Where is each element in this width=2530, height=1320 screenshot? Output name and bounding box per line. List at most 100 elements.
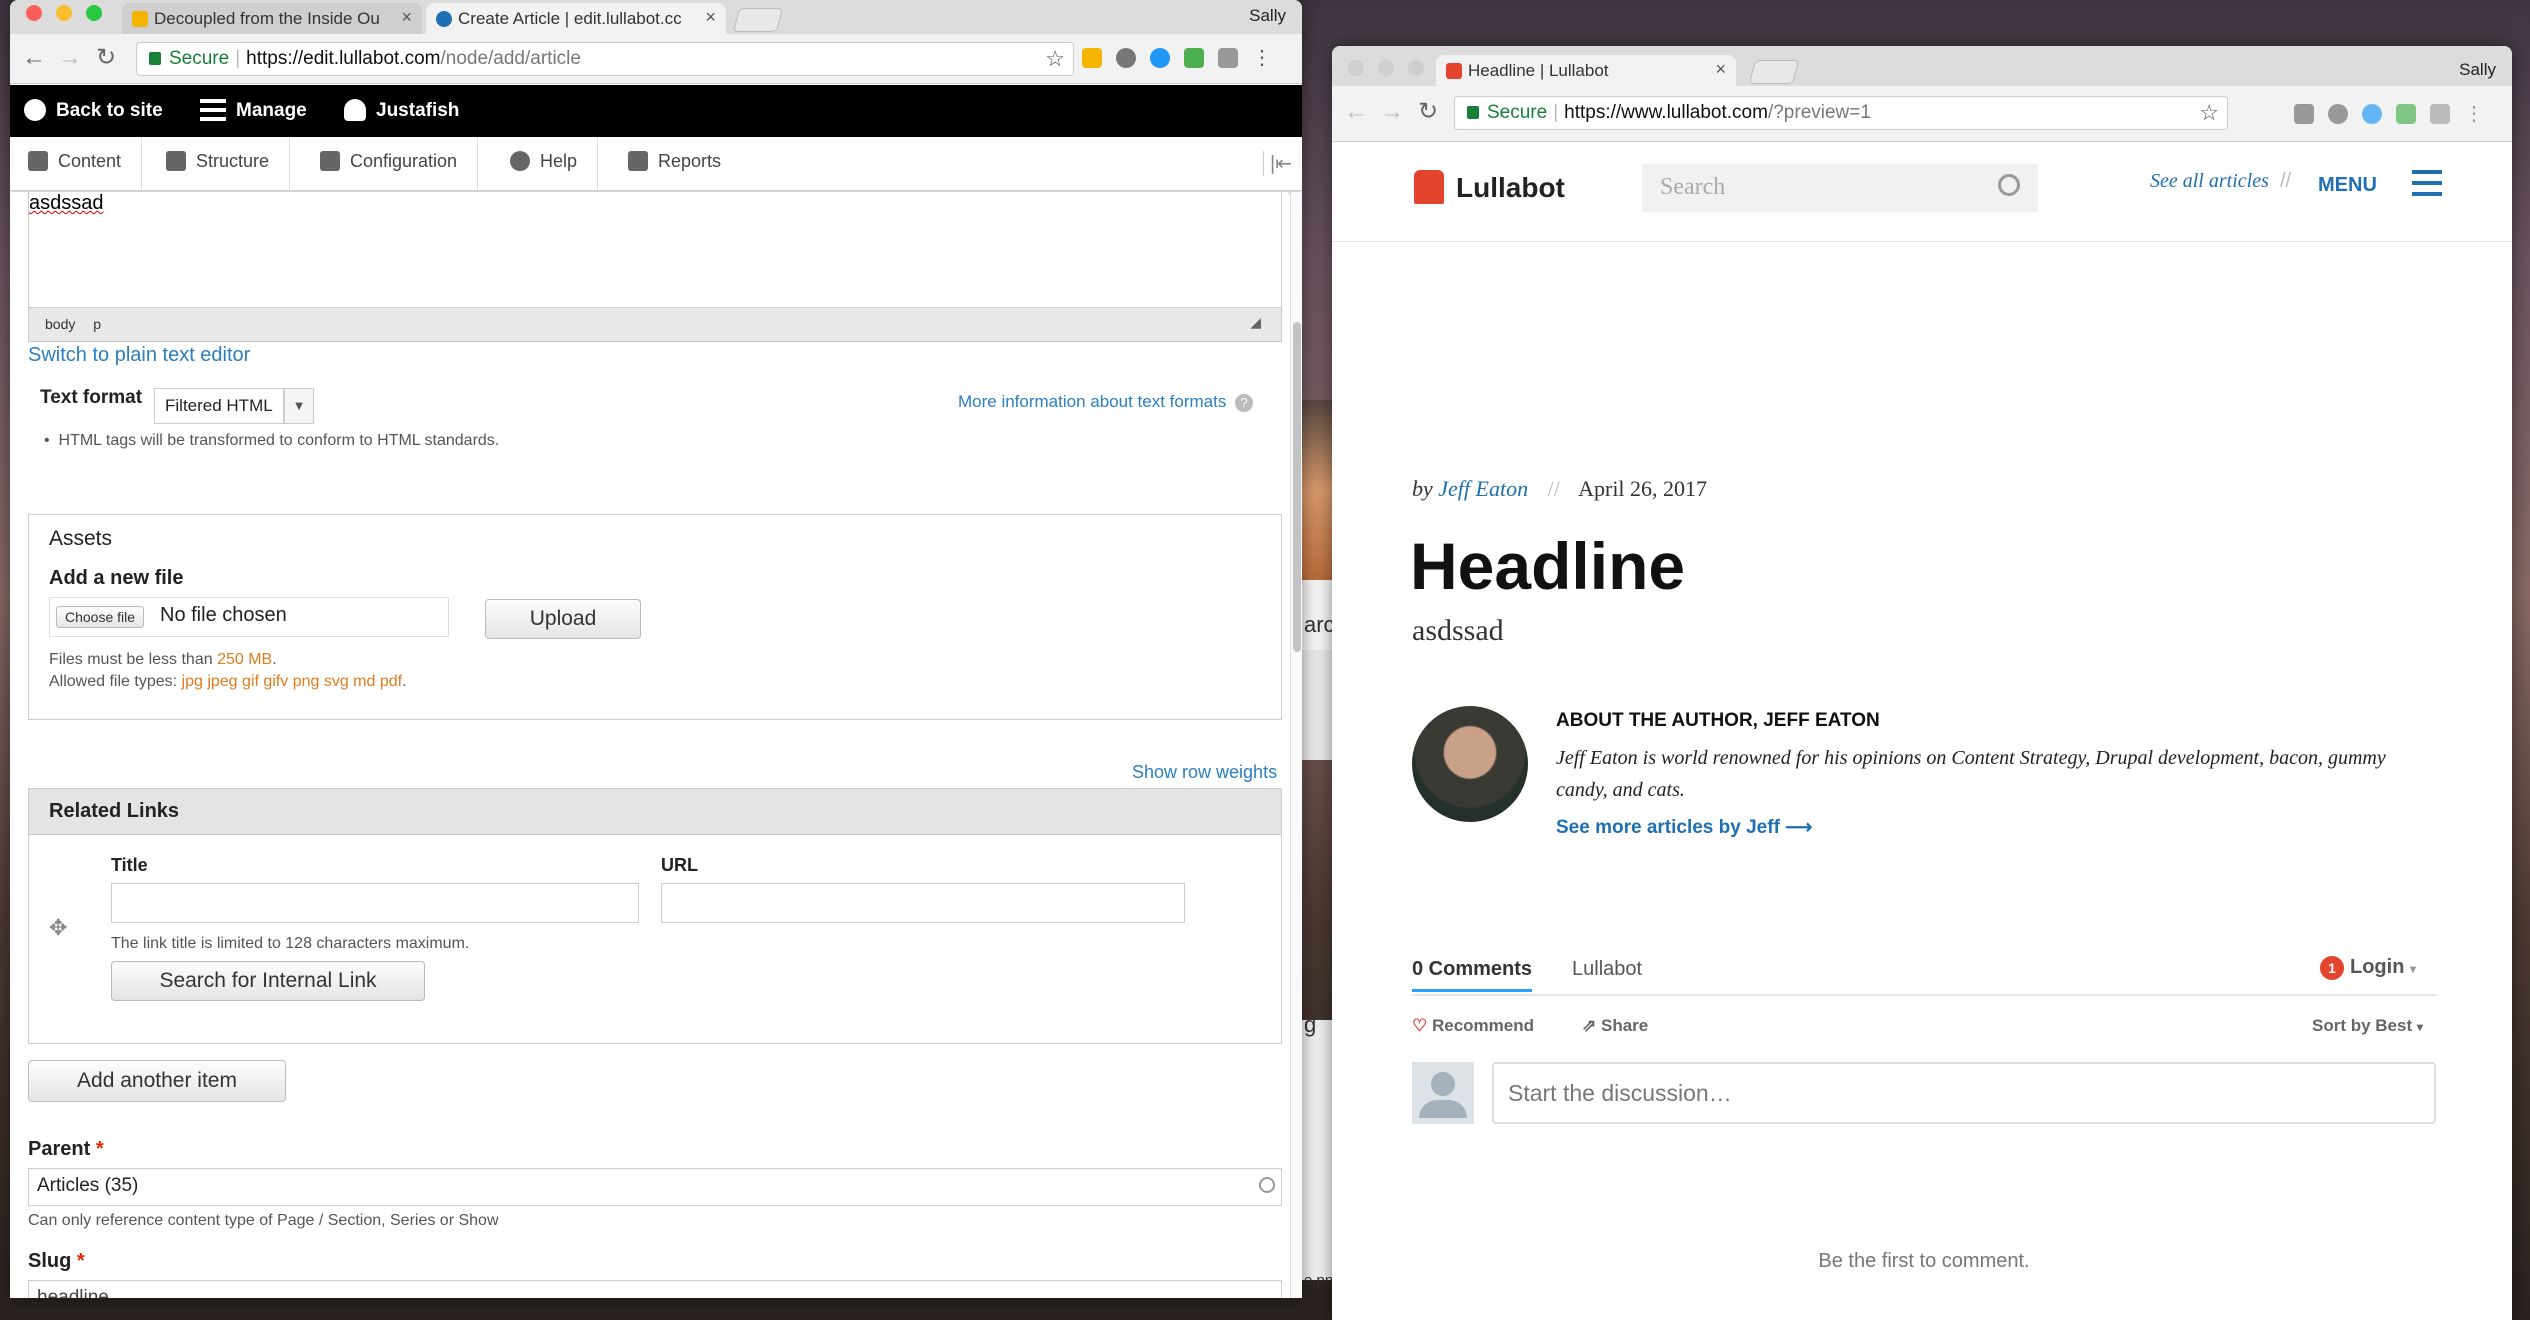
article-date: April 26, 2017 [1578, 476, 1708, 501]
comments-count-tab[interactable]: 0 Comments [1412, 958, 1533, 992]
parent-value: Articles (35) [37, 1175, 139, 1196]
camera-extension-icon[interactable] [1218, 48, 1238, 68]
switch-editor-link[interactable]: Switch to plain text editor [28, 344, 250, 367]
minimize-window-button[interactable] [56, 5, 72, 21]
profile-name[interactable]: Sally [2459, 60, 2496, 80]
profile-name[interactable]: Sally [1249, 6, 1286, 26]
chrome-menu-icon[interactable]: ⋮ [1252, 48, 1272, 68]
address-bar[interactable]: Secure | https://edit.lullabot.com/node/ad… [136, 42, 1074, 76]
zoom-window-button[interactable] [86, 5, 102, 21]
login-dropdown[interactable]: 1 Login ▾ [2320, 956, 2416, 980]
upload-button[interactable]: Upload [485, 599, 641, 639]
tab-decoupled[interactable]: Decoupled from the Inside Ou × [122, 3, 422, 34]
reload-icon[interactable]: ↻ [96, 44, 116, 72]
menu-configuration[interactable]: Configuration [302, 137, 479, 191]
see-all-articles-link[interactable]: See all articles [2150, 170, 2269, 193]
show-row-weights-link[interactable]: Show row weights [1132, 762, 1277, 783]
extension-icon[interactable] [1082, 48, 1102, 68]
close-window-button[interactable] [1348, 60, 1364, 76]
hamburger-icon[interactable] [2412, 170, 2442, 196]
tab-title: Decoupled from the Inside Ou [154, 9, 380, 28]
scrollbar-thumb[interactable] [1293, 322, 1301, 652]
path-tag[interactable]: body [45, 316, 75, 332]
body-editor[interactable]: asdssad body p ◢ [28, 192, 1282, 342]
extension-icon[interactable] [2396, 104, 2416, 124]
menu-content[interactable]: Content [10, 137, 143, 191]
text-format-label: Text format [40, 387, 143, 408]
resize-handle-icon[interactable]: ◢ [1250, 314, 1261, 331]
user-tab[interactable]: Justafish [344, 99, 459, 122]
more-info-link[interactable]: More information about text formats ? [958, 392, 1254, 412]
tab-close-icon[interactable]: × [705, 7, 716, 28]
background-text: e.pn [1304, 1272, 1334, 1289]
new-tab-button[interactable] [732, 8, 784, 32]
link-title-input[interactable] [111, 883, 639, 923]
sort-dropdown[interactable]: Sort by Best ▾ [2312, 1016, 2423, 1036]
note-text: Files must be less than [49, 651, 218, 668]
drag-handle-icon[interactable]: ✥ [49, 915, 67, 941]
forward-icon[interactable]: → [1380, 98, 1404, 126]
new-tab-button[interactable] [1748, 60, 1800, 84]
bookmark-star-icon[interactable]: ☆ [1045, 43, 1065, 75]
path-tag[interactable]: p [93, 316, 101, 332]
slug-label: Slug * [28, 1250, 85, 1273]
community-tab[interactable]: Lullabot [1572, 958, 1642, 981]
zoom-window-button[interactable] [1408, 60, 1424, 76]
menu-button[interactable]: MENU [2318, 174, 2377, 197]
extension-icon[interactable] [2362, 104, 2382, 124]
minimize-window-button[interactable] [1378, 60, 1394, 76]
bookmark-star-icon[interactable]: ☆ [2199, 97, 2219, 129]
extension-icon[interactable] [1116, 48, 1136, 68]
site-logo-text[interactable]: Lullabot [1456, 172, 1565, 204]
browser-window-editor: Decoupled from the Inside Ou × Create Ar… [10, 0, 1302, 1298]
author-avatar[interactable] [1412, 706, 1528, 822]
menu-help[interactable]: Help [492, 137, 599, 191]
chrome-menu-icon[interactable]: ⋮ [2464, 104, 2484, 124]
link-url-input[interactable] [661, 883, 1185, 923]
slides-favicon-icon [132, 11, 148, 27]
choose-file-button[interactable]: Choose file [56, 606, 145, 628]
back-icon[interactable]: ← [22, 44, 46, 72]
tab-strip: Decoupled from the Inside Ou × Create Ar… [10, 0, 1302, 34]
tab-close-icon[interactable]: × [401, 7, 412, 28]
tab-create-article[interactable]: Create Article | edit.lullabot.cc × [426, 3, 726, 34]
extension-icon[interactable] [2294, 104, 2314, 124]
search-icon[interactable] [1998, 174, 2020, 196]
tab-strip: Headline | Lullabot × Sally [1332, 46, 2512, 86]
manage-tab[interactable]: Manage [200, 99, 307, 122]
address-bar[interactable]: Secure | https://www.lullabot.com/?preview… [1454, 96, 2228, 130]
file-types-note: Allowed file types: jpg jpeg gif gifv pn… [49, 673, 407, 691]
close-window-button[interactable] [26, 5, 42, 21]
add-another-item-button[interactable]: Add another item [28, 1060, 286, 1102]
editor-text[interactable]: asdssad [29, 192, 104, 215]
format-tip-text: HTML tags will be transformed to conform… [58, 432, 500, 449]
tab-close-icon[interactable]: × [1715, 59, 1726, 80]
user-label: Justafish [376, 100, 460, 121]
site-search-input[interactable]: Search [1642, 164, 2038, 212]
parent-autocomplete-input[interactable]: Articles (35) [28, 1168, 1282, 1206]
text-format-select[interactable]: Filtered HTML ▼ [154, 388, 314, 424]
file-input[interactable]: Choose file No file chosen [49, 597, 449, 637]
extension-icon[interactable] [1184, 48, 1204, 68]
recommend-button[interactable]: ♡ Recommend [1412, 1016, 1534, 1036]
camera-extension-icon[interactable] [2430, 104, 2450, 124]
comment-input[interactable]: Start the discussion… [1492, 1062, 2436, 1124]
slug-input[interactable]: headline [28, 1280, 1282, 1298]
extension-icon[interactable] [1150, 48, 1170, 68]
back-to-site-link[interactable]: Back to site [24, 99, 163, 122]
menu-reports[interactable]: Reports [610, 137, 741, 191]
menu-structure[interactable]: Structure [148, 137, 291, 191]
search-internal-link-button[interactable]: Search for Internal Link [111, 961, 425, 1001]
page-scrollbar[interactable] [1290, 192, 1302, 1298]
author-link[interactable]: Jeff Eaton [1438, 476, 1528, 501]
forward-icon[interactable]: → [58, 44, 82, 72]
more-by-author-link[interactable]: See more articles by Jeff ⟶ [1556, 816, 1812, 839]
extension-icon[interactable] [2328, 104, 2348, 124]
share-button[interactable]: ⇗ Share [1582, 1016, 1648, 1036]
toolbar-orientation-icon[interactable]: |⇤ [1263, 151, 1292, 176]
tab-headline[interactable]: Headline | Lullabot × [1436, 55, 1736, 86]
reload-icon[interactable]: ↻ [1418, 98, 1438, 126]
back-icon[interactable]: ← [1344, 98, 1368, 126]
url-path: /node/add/article [440, 48, 581, 69]
lullabot-robot-logo-icon[interactable] [1414, 170, 1444, 204]
